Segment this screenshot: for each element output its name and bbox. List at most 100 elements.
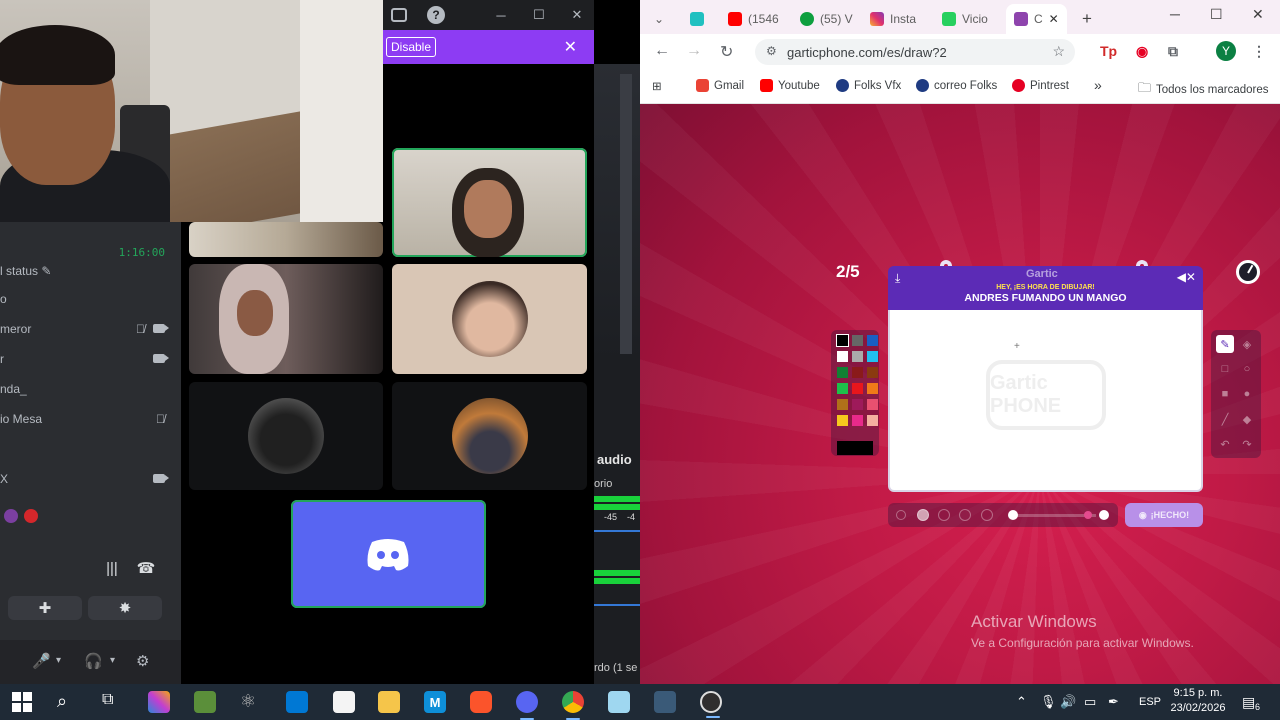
reload-icon[interactable]: ↻ (720, 42, 733, 62)
soundboard-icon[interactable]: ||| (94, 556, 130, 580)
bookmark-correo-folks[interactable]: correo Folks (916, 79, 997, 92)
minimize-button[interactable]: ─ (1170, 6, 1180, 22)
file-explorer-icon[interactable] (378, 691, 400, 713)
brush-size-option[interactable] (896, 510, 906, 520)
video-tile[interactable] (189, 222, 383, 257)
video-tile[interactable] (392, 264, 587, 374)
brush-size-option[interactable] (981, 509, 993, 521)
calculator-icon[interactable] (654, 691, 676, 713)
video-tile[interactable] (291, 500, 486, 608)
maximize-button[interactable]: ☐ (1210, 6, 1223, 23)
bookmark-gmail[interactable]: Gmail (696, 79, 744, 92)
color-swatch[interactable] (836, 334, 849, 347)
rectangle-fill-tool-icon[interactable]: ■ (1216, 385, 1234, 403)
volume-slider[interactable] (594, 604, 640, 606)
new-tab-button[interactable]: + (1082, 4, 1092, 34)
discord-icon[interactable] (516, 691, 538, 720)
fill-bucket-tool-icon[interactable]: ◆ (1238, 410, 1256, 428)
menu-icon[interactable]: ⋮ (1252, 43, 1266, 60)
bookmark-youtube[interactable]: Youtube (760, 79, 820, 92)
maximize-button[interactable]: ☐ (530, 6, 548, 24)
video-tile[interactable] (189, 264, 383, 374)
gear-icon[interactable]: ⚙ (136, 652, 149, 670)
obs-icon[interactable] (700, 691, 722, 718)
extensions-icon[interactable]: ⧉ (1168, 43, 1178, 60)
color-swatch[interactable] (837, 383, 848, 394)
tab[interactable]: Vicio (942, 4, 988, 34)
pen-tool-icon[interactable]: ✎ (1216, 335, 1234, 353)
opacity-min-handle[interactable] (1008, 510, 1018, 520)
maya-icon[interactable]: M (424, 691, 446, 713)
brush-size-option-selected[interactable] (917, 509, 929, 521)
color-swatch[interactable] (867, 351, 878, 362)
extension-tp-icon[interactable]: Tp (1100, 43, 1117, 59)
video-tile[interactable] (392, 382, 587, 490)
mute-icon[interactable]: ◀✕ (1177, 270, 1196, 284)
chrome-icon[interactable] (562, 691, 584, 720)
speaker-icon[interactable]: 🔊 (1060, 694, 1076, 710)
color-swatch[interactable] (867, 335, 878, 346)
brush-size-option[interactable] (938, 509, 950, 521)
all-bookmarks-button[interactable]: 🗀 Todos los marcadores (1138, 79, 1269, 101)
close-button[interactable]: ✕ (568, 6, 586, 24)
color-swatch[interactable] (837, 399, 848, 410)
chevron-down-icon[interactable]: ▾ (110, 655, 115, 666)
opacity-max-handle[interactable] (1099, 510, 1109, 520)
line-tool-icon[interactable]: ╱ (1216, 410, 1234, 428)
close-button[interactable]: ✕ (1252, 6, 1264, 23)
color-swatch[interactable] (852, 383, 863, 394)
ellipse-outline-tool-icon[interactable]: ○ (1238, 360, 1256, 378)
color-swatch[interactable] (837, 415, 848, 426)
disconnect-icon[interactable]: ☎ (128, 556, 164, 580)
color-swatch[interactable] (837, 351, 848, 362)
tab-search-button[interactable]: ⌄ (654, 4, 664, 34)
undo-icon[interactable]: ↶ (1216, 435, 1234, 453)
microphone-icon[interactable]: 🎤 (32, 652, 51, 670)
eraser-tool-icon[interactable]: ◈ (1238, 335, 1256, 353)
color-swatch[interactable] (852, 335, 863, 346)
tab[interactable]: (55) V (800, 4, 853, 34)
activities-button[interactable]: ✚ (8, 596, 82, 620)
copilot-icon[interactable] (148, 691, 170, 713)
color-swatch[interactable] (852, 415, 863, 426)
minimize-button[interactable]: ─ (492, 6, 510, 24)
voice-member-row[interactable]: l status ✎ (0, 264, 181, 282)
color-swatch[interactable] (867, 415, 878, 426)
done-button[interactable]: ◉ ¡HECHO! (1125, 503, 1203, 527)
bookmark-folks-vfx[interactable]: Folks Vfx (836, 79, 901, 92)
language-indicator[interactable]: ESP (1139, 696, 1161, 708)
obs-scroll[interactable] (620, 74, 632, 354)
tab[interactable]: Insta (870, 4, 916, 34)
atom-icon[interactable]: ⚛ (240, 691, 262, 713)
bookmark-star-icon[interactable]: ☆ (1052, 43, 1065, 60)
profile-avatar[interactable]: Y (1216, 41, 1236, 61)
volume-slider[interactable] (594, 530, 640, 532)
file-icon[interactable] (333, 691, 355, 713)
voice-member-row[interactable]: io Mesa 🎙̸ (0, 412, 181, 430)
forward-icon[interactable]: → (686, 42, 702, 60)
bookmark-pintrest[interactable]: Pintrest (1012, 79, 1069, 92)
site-info-icon[interactable]: ⚙ (766, 44, 777, 58)
help-icon[interactable]: ? (427, 6, 445, 24)
more-bookmarks-button[interactable]: » (1094, 77, 1102, 93)
inbox-icon[interactable] (391, 8, 407, 22)
color-swatch[interactable] (867, 367, 878, 378)
notepad-icon[interactable] (608, 691, 630, 713)
store-icon[interactable] (286, 691, 308, 713)
task-view-icon[interactable]: ⧉ (102, 691, 124, 713)
color-swatch[interactable] (852, 399, 863, 410)
voice-member-row[interactable]: meror 🎙̸ (0, 322, 181, 340)
drawing-canvas[interactable]: Gartic PHONE + (888, 310, 1203, 492)
chevron-down-icon[interactable]: ▾ (56, 655, 61, 666)
microphone-tray-icon[interactable]: 🎙 (1040, 694, 1057, 710)
back-icon[interactable]: ← (654, 42, 670, 60)
disable-button[interactable]: Disable (386, 37, 437, 57)
notification-icon[interactable]: ▤ (1242, 694, 1255, 711)
minecraft-icon[interactable] (194, 691, 216, 713)
voice-member-row[interactable]: X (0, 472, 181, 490)
network-icon[interactable]: ▭ (1084, 694, 1096, 710)
apps-icon[interactable]: ⊞ (652, 79, 662, 93)
voice-member-row[interactable]: o (0, 292, 181, 310)
voice-member-row[interactable]: nda_ (0, 382, 181, 400)
brave-icon[interactable] (470, 691, 492, 713)
